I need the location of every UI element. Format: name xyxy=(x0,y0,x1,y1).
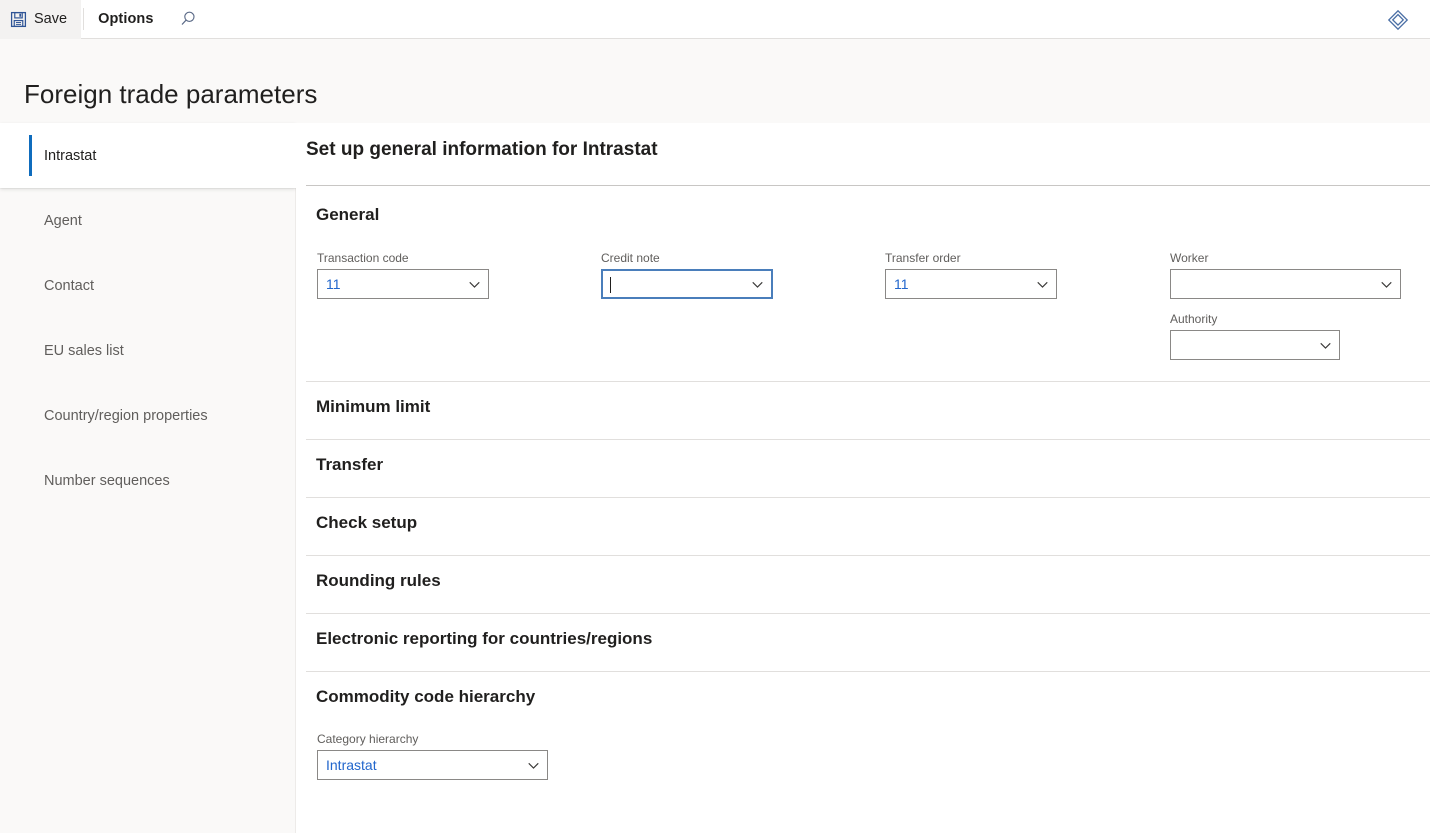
section-divider xyxy=(306,497,1430,498)
chevron-down-icon xyxy=(751,271,764,297)
chevron-down-icon xyxy=(1036,270,1049,298)
field-label: Worker xyxy=(1170,251,1209,265)
section-divider xyxy=(306,439,1430,440)
sidebar-item-country-region-properties[interactable]: Country/region properties xyxy=(0,383,295,448)
page-title: Foreign trade parameters xyxy=(24,79,318,109)
field-label: Category hierarchy xyxy=(317,732,419,746)
transaction-code-value: 11 xyxy=(326,276,341,292)
save-button[interactable]: Save xyxy=(0,0,82,39)
transfer-order-value: 11 xyxy=(894,276,909,292)
sidebar-item-label: EU sales list xyxy=(44,342,124,359)
field-category-hierarchy: Category hierarchy Intrastat xyxy=(317,732,548,780)
command-bar: Save Options xyxy=(0,0,1430,39)
section-divider xyxy=(306,613,1430,614)
authority-combobox[interactable] xyxy=(1170,330,1340,360)
section-divider xyxy=(306,555,1430,556)
sidebar-item-label: Country/region properties xyxy=(44,407,208,424)
search-icon xyxy=(178,9,198,29)
sidebar-item-contact[interactable]: Contact xyxy=(0,253,295,318)
field-label: Transaction code xyxy=(317,251,409,265)
sidebar-item-eu-sales-list[interactable]: EU sales list xyxy=(0,318,295,383)
sidebar-item-intrastat[interactable]: Intrastat xyxy=(0,123,296,188)
chevron-down-icon xyxy=(468,270,481,298)
dynamics-diamond-icon[interactable] xyxy=(1376,0,1420,39)
content-panel: Set up general information for Intrastat… xyxy=(296,123,1430,833)
sidebar-item-label: Intrastat xyxy=(44,147,97,164)
sidebar-item-label: Contact xyxy=(44,277,94,294)
sidebar-item-label: Agent xyxy=(44,212,82,229)
chevron-down-icon xyxy=(1380,270,1393,298)
heading-divider xyxy=(306,185,1430,186)
field-worker: Worker xyxy=(1170,251,1401,299)
credit-note-combobox[interactable] xyxy=(601,269,773,299)
search-button[interactable] xyxy=(166,0,210,39)
chevron-down-icon xyxy=(1319,331,1332,359)
page-title-band: Foreign trade parameters xyxy=(0,39,1430,123)
worker-combobox[interactable] xyxy=(1170,269,1401,299)
sidebar-item-agent[interactable]: Agent xyxy=(0,188,295,253)
field-transaction-code: Transaction code 11 xyxy=(317,251,489,299)
chevron-down-icon xyxy=(527,751,540,779)
sidebar-item-number-sequences[interactable]: Number sequences xyxy=(0,448,295,513)
section-header-commodity-code-hierarchy[interactable]: Commodity code hierarchy xyxy=(316,687,535,707)
field-label: Authority xyxy=(1170,312,1218,326)
transfer-order-combobox[interactable]: 11 xyxy=(885,269,1057,299)
field-authority: Authority xyxy=(1170,312,1340,360)
section-divider xyxy=(306,381,1430,382)
field-label: Transfer order xyxy=(885,251,961,265)
sidebar-item-label: Number sequences xyxy=(44,472,170,489)
section-header-minimum-limit[interactable]: Minimum limit xyxy=(316,397,430,417)
save-button-label: Save xyxy=(34,11,68,27)
tab-rail: Intrastat Agent Contact EU sales list Co… xyxy=(0,123,296,833)
section-header-general[interactable]: General xyxy=(316,205,379,225)
category-hierarchy-value: Intrastat xyxy=(326,757,377,773)
section-header-check-setup[interactable]: Check setup xyxy=(316,513,417,533)
field-credit-note: Credit note xyxy=(601,251,773,299)
field-label: Credit note xyxy=(601,251,660,265)
save-floppy-icon xyxy=(10,11,27,28)
transaction-code-combobox[interactable]: 11 xyxy=(317,269,489,299)
section-divider xyxy=(306,671,1430,672)
category-hierarchy-combobox[interactable]: Intrastat xyxy=(317,750,548,780)
section-header-transfer[interactable]: Transfer xyxy=(316,455,383,475)
section-header-electronic-reporting[interactable]: Electronic reporting for countries/regio… xyxy=(316,629,652,649)
text-caret xyxy=(610,277,611,293)
field-transfer-order: Transfer order 11 xyxy=(885,251,1057,299)
section-header-rounding-rules[interactable]: Rounding rules xyxy=(316,571,441,591)
content-heading: Set up general information for Intrastat xyxy=(306,139,658,160)
toolbar-divider xyxy=(83,8,85,30)
options-button[interactable]: Options xyxy=(86,0,165,39)
